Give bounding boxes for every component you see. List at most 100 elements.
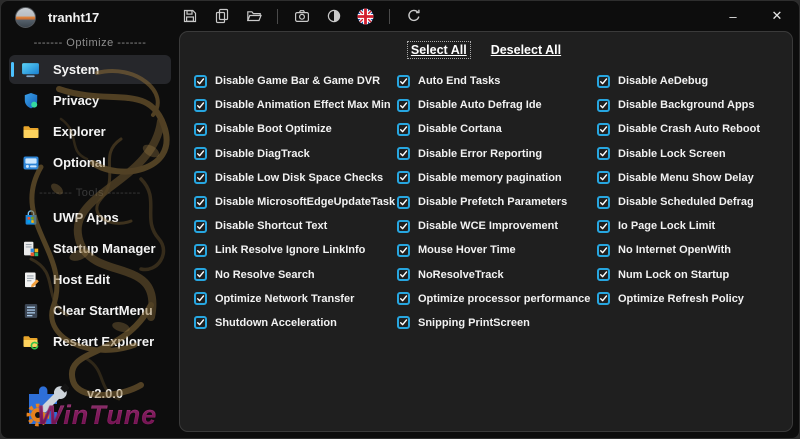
checkbox-checked-icon[interactable] (397, 219, 410, 233)
tweak-checkbox-item[interactable]: Snipping PrintScreen (397, 311, 597, 335)
checkbox-checked-icon[interactable] (397, 98, 410, 112)
tweak-checkbox-item[interactable]: Disable DiagTrack (194, 142, 397, 166)
tweak-checkbox-item[interactable]: Disable Boot Optimize (194, 117, 397, 141)
tweak-checkbox-item[interactable]: No Internet OpenWith (597, 238, 792, 262)
sidebar-item-privacy[interactable]: Privacy (9, 86, 171, 115)
minimize-button[interactable]: – (711, 1, 755, 31)
copy-icon[interactable] (213, 8, 230, 25)
checkbox-checked-icon[interactable] (194, 316, 207, 330)
checkbox-checked-icon[interactable] (397, 243, 410, 257)
language-flag-icon[interactable] (357, 8, 374, 25)
checkbox-checked-icon[interactable] (597, 292, 610, 306)
theme-toggle-icon[interactable] (325, 8, 342, 25)
tweak-label: Disable Low Disk Space Checks (215, 171, 384, 184)
startup-grid-icon (21, 239, 40, 258)
tweak-checkbox-item[interactable]: Disable Prefetch Parameters (397, 190, 597, 214)
sidebar-item-startup-manager[interactable]: Startup Manager (9, 234, 171, 263)
tweak-checkbox-item[interactable]: Io Page Lock Limit (597, 214, 792, 238)
refresh-icon[interactable] (405, 8, 422, 25)
list-header: Select All Deselect All (180, 40, 792, 60)
sidebar-item-restart-explorer[interactable]: Restart Explorer (9, 327, 171, 356)
tweak-checkbox-item[interactable]: Optimize processor performance (397, 287, 597, 311)
save-icon[interactable] (181, 8, 198, 25)
checkbox-checked-icon[interactable] (397, 74, 410, 88)
checkbox-checked-icon[interactable] (597, 171, 610, 185)
sidebar: ------- Optimize ------- System Privacy … (1, 31, 179, 438)
checkbox-checked-icon[interactable] (597, 243, 610, 257)
checkbox-checked-icon[interactable] (194, 98, 207, 112)
tweak-checkbox-item[interactable]: Disable MicrosoftEdgeUpdateTask (194, 190, 397, 214)
checkbox-checked-icon[interactable] (194, 243, 207, 257)
tweak-label: Optimize processor performance (418, 292, 591, 305)
checkbox-checked-icon[interactable] (397, 171, 410, 185)
tweak-checkbox-item[interactable]: Disable Lock Screen (597, 142, 792, 166)
checkbox-checked-icon[interactable] (397, 122, 410, 136)
checkbox-checked-icon[interactable] (194, 292, 207, 306)
screenshot-icon[interactable] (293, 8, 310, 25)
checkbox-checked-icon[interactable] (397, 195, 410, 209)
tweak-checkbox-item[interactable]: Disable Auto Defrag Ide (397, 93, 597, 117)
tweak-label: Io Page Lock Limit (618, 220, 716, 233)
tweak-checkbox-item[interactable]: Disable AeDebug (597, 69, 792, 93)
tweak-checkbox-item[interactable]: Disable Shortcut Text (194, 214, 397, 238)
checkbox-checked-icon[interactable] (194, 171, 207, 185)
tweak-checkbox-item[interactable]: Num Lock on Startup (597, 263, 792, 287)
checkbox-checked-icon[interactable] (597, 219, 610, 233)
checkbox-checked-icon[interactable] (194, 74, 207, 88)
sidebar-item-explorer[interactable]: Explorer (9, 117, 171, 146)
tweak-label: Disable Cortana (418, 123, 502, 136)
open-folder-icon[interactable] (245, 8, 262, 25)
checkbox-checked-icon[interactable] (397, 268, 410, 282)
checkbox-checked-icon[interactable] (397, 292, 410, 306)
checkbox-checked-icon[interactable] (597, 195, 610, 209)
tweak-checkbox-item[interactable]: Disable WCE Improvement (397, 214, 597, 238)
sidebar-item-clear-startmenu[interactable]: Clear StartMenu (9, 296, 171, 325)
checkbox-checked-icon[interactable] (597, 147, 610, 161)
tweak-label: Disable Animation Effect Max Min (215, 99, 391, 112)
tweak-checkbox-item[interactable]: Auto End Tasks (397, 69, 597, 93)
checkbox-checked-icon[interactable] (194, 122, 207, 136)
tweak-checkbox-item[interactable]: Optimize Network Transfer (194, 287, 397, 311)
tweak-checkbox-item[interactable]: Disable Menu Show Delay (597, 166, 792, 190)
tweak-checkbox-item[interactable]: Disable memory pagination (397, 166, 597, 190)
checkbox-checked-icon[interactable] (597, 74, 610, 88)
tweak-checkbox-item[interactable]: Disable Background Apps (597, 93, 792, 117)
checkbox-checked-icon[interactable] (397, 316, 410, 330)
close-button[interactable]: ✕ (755, 1, 799, 31)
sidebar-item-label: System (53, 62, 100, 77)
checkbox-checked-icon[interactable] (194, 268, 207, 282)
select-all-button[interactable]: Select All (406, 41, 471, 59)
checkbox-checked-icon[interactable] (397, 147, 410, 161)
checkbox-checked-icon[interactable] (597, 122, 610, 136)
shield-icon (21, 91, 40, 110)
tweak-checkbox-item[interactable]: Disable Error Reporting (397, 142, 597, 166)
tweak-checkbox-item[interactable]: Disable Game Bar & Game DVR (194, 69, 397, 93)
tweak-checkbox-item[interactable]: Mouse Hover Time (397, 238, 597, 262)
checkbox-checked-icon[interactable] (597, 98, 610, 112)
tweak-checkbox-item[interactable]: Disable Cortana (397, 117, 597, 141)
tweak-checkbox-item[interactable]: Link Resolve Ignore LinkInfo (194, 238, 397, 262)
checkbox-checked-icon[interactable] (597, 268, 610, 282)
tweak-checkbox-item[interactable]: Disable Low Disk Space Checks (194, 166, 397, 190)
tweak-label: Optimize Network Transfer (215, 292, 355, 305)
checkbox-checked-icon[interactable] (194, 219, 207, 233)
tweak-checkbox-item[interactable]: Disable Scheduled Defrag (597, 190, 792, 214)
tweak-checkbox-item[interactable]: Shutdown Acceleration (194, 311, 397, 335)
tweak-checkbox-item[interactable]: NoResolveTrack (397, 263, 597, 287)
sidebar-item-host-edit[interactable]: Host Edit (9, 265, 171, 294)
tweak-checkbox-item[interactable]: Optimize Refresh Policy (597, 287, 792, 311)
user-chip[interactable]: tranht17 (15, 7, 99, 28)
checkbox-checked-icon[interactable] (194, 195, 207, 209)
checkbox-checked-icon[interactable] (194, 147, 207, 161)
sidebar-item-system[interactable]: System (9, 55, 171, 84)
tweak-label: Disable WCE Improvement (418, 220, 558, 233)
tweak-label: Disable Boot Optimize (215, 123, 332, 136)
username-label: tranht17 (48, 10, 100, 25)
sidebar-item-uwp-apps[interactable]: UWP Apps (9, 203, 171, 232)
sidebar-item-optional[interactable]: Optional (9, 148, 171, 177)
tweak-checkbox-item[interactable]: Disable Crash Auto Reboot (597, 117, 792, 141)
tweak-checkbox-item[interactable]: No Resolve Search (194, 263, 397, 287)
tweak-checkbox-item[interactable]: Disable Animation Effect Max Min (194, 93, 397, 117)
tweaks-column-3: Disable AeDebug Disable Background Apps Di… (597, 69, 792, 335)
deselect-all-button[interactable]: Deselect All (488, 42, 564, 58)
